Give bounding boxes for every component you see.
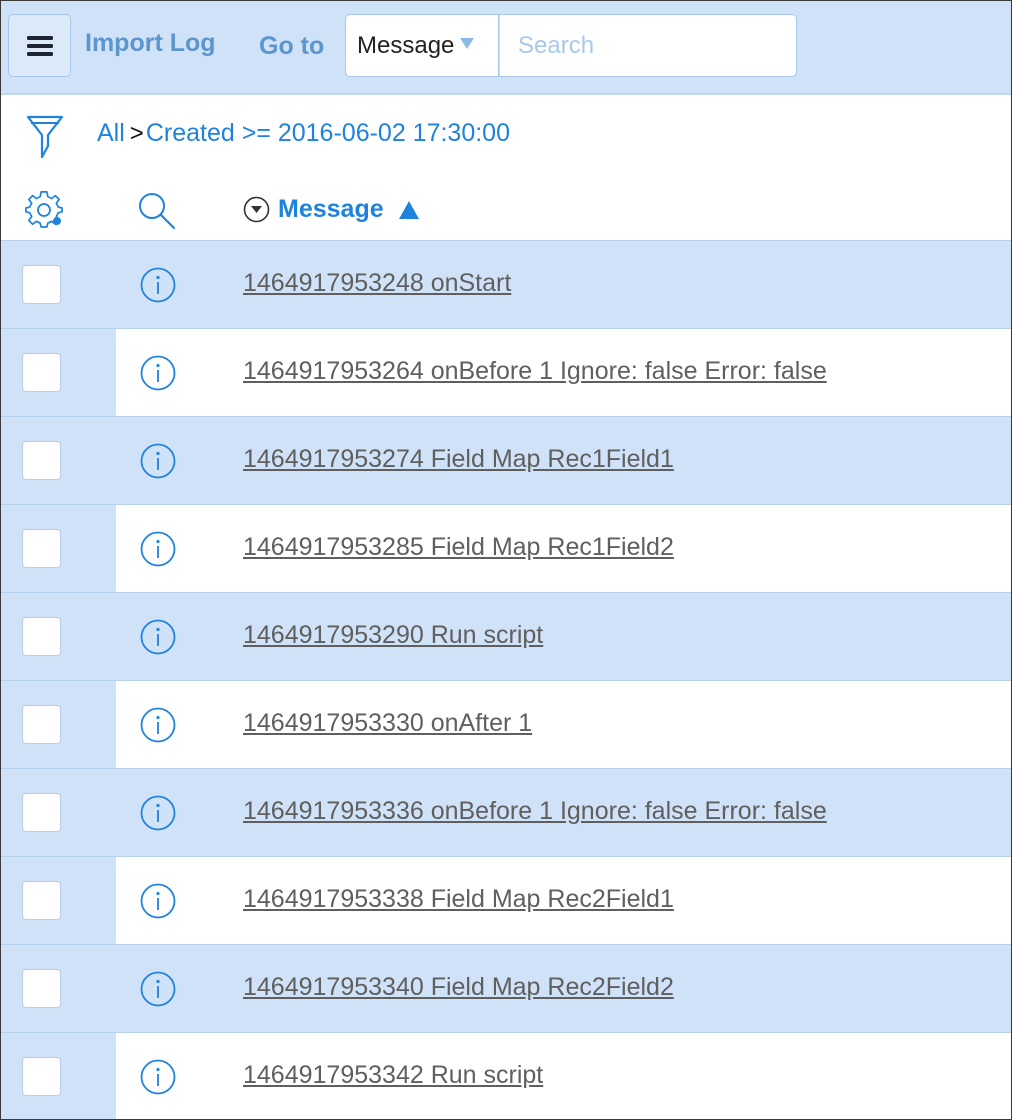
goto-label: Go to (259, 32, 325, 60)
info-icon[interactable] (139, 442, 177, 480)
row-message-link[interactable]: 1464917953338 Field Map Rec2Field1 (243, 885, 674, 914)
sort-ascending-icon[interactable] (398, 200, 420, 220)
header-bar: Import Log Go to Message (1, 1, 1011, 95)
row-checkbox[interactable] (22, 705, 61, 744)
row-checkbox[interactable] (22, 1057, 61, 1096)
import-log-window: Import Log Go to Message All > Created >… (0, 0, 1012, 1120)
row-checkbox[interactable] (22, 881, 61, 920)
row-message-link[interactable]: 1464917953264 onBefore 1 Ignore: false E… (243, 357, 827, 386)
breadcrumb: All > Created >= 2016-06-02 17:30:00 (97, 119, 510, 148)
breadcrumb-separator: > (129, 119, 144, 147)
log-row: 1464917953285 Field Map Rec1Field2 (1, 504, 1011, 592)
caret-down-icon (460, 38, 475, 49)
log-row: 1464917953340 Field Map Rec2Field2 (1, 944, 1011, 1032)
breadcrumb-all[interactable]: All (97, 119, 125, 148)
info-icon[interactable] (139, 706, 177, 744)
row-checkbox[interactable] (22, 441, 61, 480)
goto-field-select-value: Message (357, 31, 455, 59)
row-checkbox[interactable] (22, 529, 61, 568)
row-checkbox[interactable] (22, 353, 61, 392)
breadcrumb-created-filter[interactable]: Created >= 2016-06-02 17:30:00 (146, 119, 510, 148)
gear-icon[interactable] (25, 191, 65, 231)
row-checkbox[interactable] (22, 265, 61, 304)
info-icon[interactable] (139, 618, 177, 656)
row-message-link[interactable]: 1464917953340 Field Map Rec2Field2 (243, 973, 674, 1002)
log-list: 1464917953248 onStart 1464917953264 onBef… (1, 240, 1011, 1119)
row-message-link[interactable]: 1464917953342 Run script (243, 1061, 543, 1090)
row-message-link[interactable]: 1464917953285 Field Map Rec1Field2 (243, 533, 674, 562)
info-icon[interactable] (139, 882, 177, 920)
row-checkbox[interactable] (22, 617, 61, 656)
row-message-link[interactable]: 1464917953336 onBefore 1 Ignore: false E… (243, 797, 827, 826)
log-row: 1464917953338 Field Map Rec2Field1 (1, 856, 1011, 944)
log-row: 1464917953274 Field Map Rec1Field1 (1, 416, 1011, 504)
row-message-link[interactable]: 1464917953274 Field Map Rec1Field1 (243, 445, 674, 474)
row-message-link[interactable]: 1464917953330 onAfter 1 (243, 709, 532, 738)
circle-caret-down-icon[interactable] (243, 196, 270, 223)
info-icon[interactable] (139, 970, 177, 1008)
info-icon[interactable] (139, 794, 177, 832)
row-checkbox[interactable] (22, 969, 61, 1008)
row-message-link[interactable]: 1464917953248 onStart (243, 269, 511, 298)
info-icon[interactable] (139, 530, 177, 568)
menu-button[interactable] (8, 14, 71, 77)
log-row: 1464917953248 onStart (1, 240, 1011, 328)
info-icon[interactable] (139, 266, 177, 304)
row-message-link[interactable]: 1464917953290 Run script (243, 621, 543, 650)
log-row: 1464917953336 onBefore 1 Ignore: false E… (1, 768, 1011, 856)
goto-field-select[interactable]: Message (345, 14, 499, 77)
column-title-message[interactable]: Message (278, 195, 384, 224)
log-row: 1464917953290 Run script (1, 592, 1011, 680)
magnifier-icon[interactable] (137, 191, 177, 231)
import-log-link[interactable]: Import Log (85, 29, 216, 58)
info-icon[interactable] (139, 354, 177, 392)
search-input[interactable] (499, 14, 797, 77)
log-row: 1464917953342 Run script (1, 1032, 1011, 1119)
log-row: 1464917953264 onBefore 1 Ignore: false E… (1, 328, 1011, 416)
row-checkbox[interactable] (22, 793, 61, 832)
filter-icon[interactable] (26, 114, 64, 160)
info-icon[interactable] (139, 1058, 177, 1096)
log-row: 1464917953330 onAfter 1 (1, 680, 1011, 768)
hamburger-icon (26, 35, 53, 56)
